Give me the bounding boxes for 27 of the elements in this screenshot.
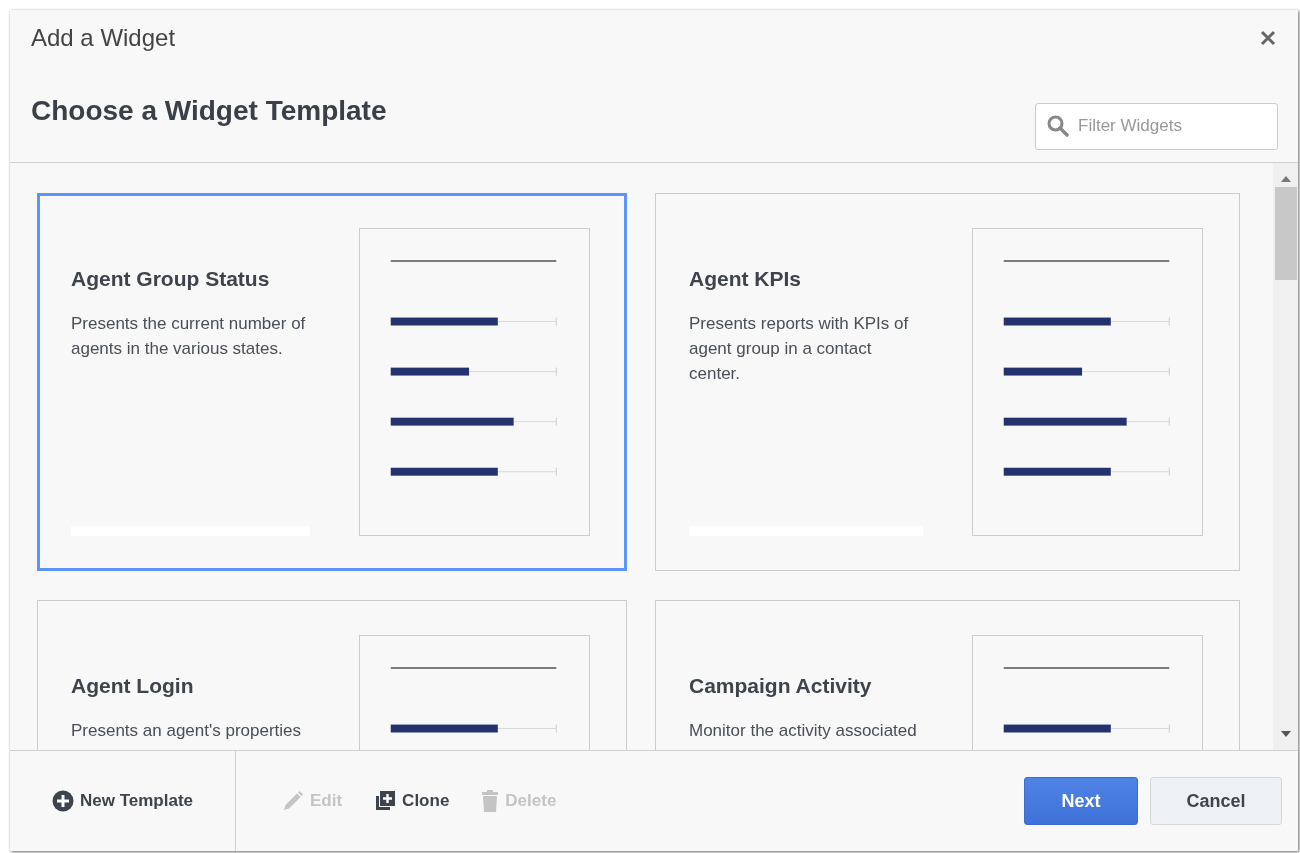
- scroll-up-icon[interactable]: [1279, 175, 1292, 183]
- card-title: Campaign Activity: [689, 673, 873, 699]
- new-template-button[interactable]: New Template: [52, 786, 194, 816]
- card-description: Presents reports with KPIs of agent group in a contact center.: [689, 313, 910, 385]
- next-button[interactable]: Next: [1024, 777, 1138, 825]
- pencil-icon: [282, 790, 304, 812]
- widget-template-card[interactable]: Agent Group Status Presents the current number of agents in the various states.: [37, 193, 627, 571]
- dialog-heading: Choose a Widget Template: [31, 94, 388, 128]
- card-description: Presents an agent's properties: [71, 720, 303, 742]
- card-title: Agent KPIs: [689, 266, 802, 292]
- scrollbar[interactable]: [1273, 163, 1298, 750]
- search-field[interactable]: Filter Widgets: [1035, 102, 1278, 150]
- scrollbar-thumb[interactable]: [1274, 187, 1297, 280]
- search-icon: [1047, 114, 1069, 137]
- copy-plus-icon: [374, 790, 397, 812]
- card-description: Presents the current number of agents in the various states.: [71, 313, 307, 360]
- widget-template-card[interactable]: Agent KPIs Presents reports with KPIs of agent group in a contact center.: [655, 193, 1240, 571]
- scroll-down-icon[interactable]: [1279, 730, 1292, 738]
- clone-button[interactable]: Clone: [374, 786, 450, 816]
- dialog-title: Add a Widget: [31, 24, 177, 53]
- trash-icon: [481, 790, 500, 812]
- close-icon[interactable]: [1258, 28, 1278, 48]
- plus-circle-icon: [52, 790, 74, 812]
- card-title: Agent Login: [71, 673, 195, 699]
- cancel-button[interactable]: Cancel: [1150, 777, 1282, 825]
- card-description: Monitor the activity associated: [689, 720, 918, 742]
- card-title: Agent Group Status: [71, 266, 271, 292]
